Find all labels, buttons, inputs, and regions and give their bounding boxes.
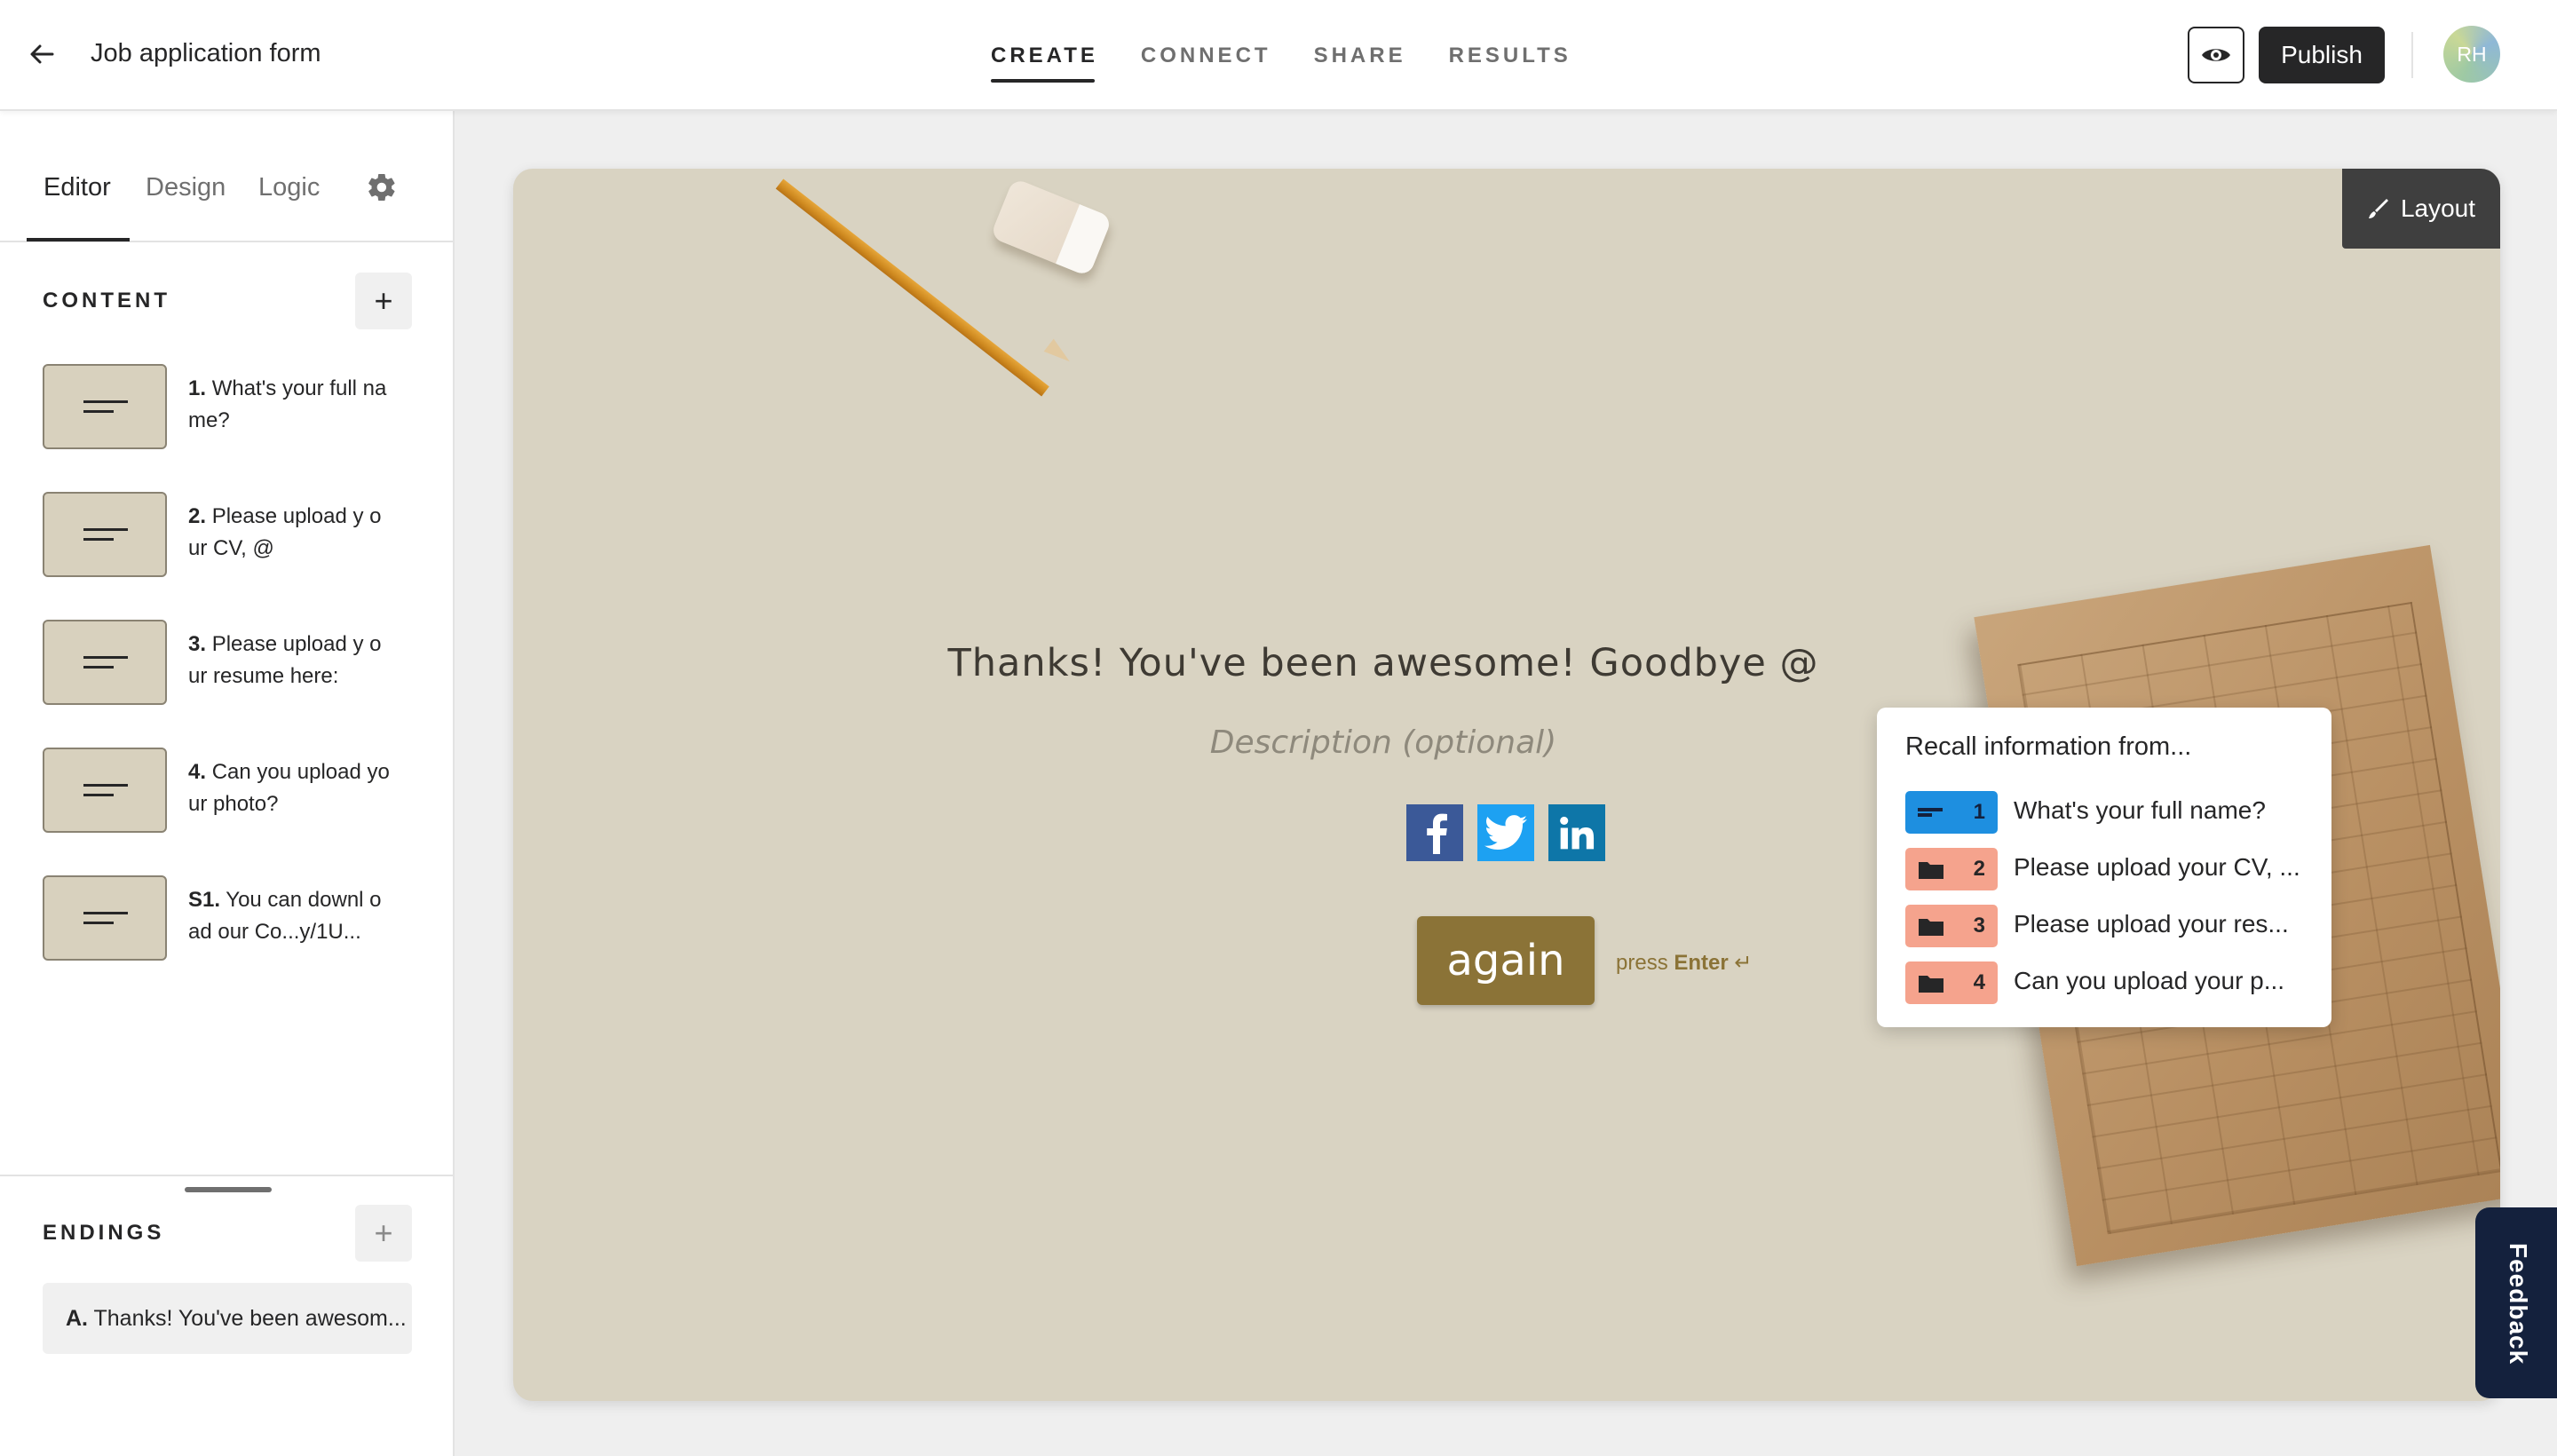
- recall-option[interactable]: 1 What's your full name?: [1905, 789, 2314, 834]
- add-content-button[interactable]: +: [355, 273, 412, 329]
- question-label: What's your full name?: [188, 376, 387, 432]
- question-label: Please upload y our resume here:: [188, 632, 382, 688]
- sidebar-tabs: Editor Design Logic: [0, 111, 453, 242]
- recall-option[interactable]: 4 Can you upload your p...: [1905, 960, 2314, 1004]
- divider: [0, 1175, 453, 1176]
- avatar[interactable]: RH: [2443, 26, 2500, 83]
- tab-results[interactable]: RESULTS: [1449, 0, 1571, 111]
- ending-title[interactable]: Thanks! You've been awesome! Goodbye @: [513, 641, 2253, 685]
- question-item[interactable]: 4. Can you upload your photo?: [43, 748, 433, 833]
- tab-share[interactable]: SHARE: [1314, 0, 1406, 111]
- pencil-tip-decoration: [1043, 338, 1075, 368]
- question-number: 1.: [188, 376, 207, 400]
- recall-title: Recall information from...: [1905, 732, 2192, 761]
- recall-label: Please upload your CV, ...: [2014, 853, 2300, 881]
- recall-label: What's your full name?: [2014, 796, 2266, 824]
- question-label: Please upload y our CV, @: [188, 504, 382, 560]
- feedback-label: Feedback: [2505, 1243, 2532, 1365]
- question-item[interactable]: 2. Please upload y our CV, @: [43, 492, 433, 577]
- question-number: 2.: [188, 504, 207, 528]
- linkedin-icon[interactable]: [1548, 804, 1605, 861]
- folder-icon: [1919, 919, 1943, 936]
- press-prefix: press: [1616, 951, 1668, 975]
- arrow-left-icon: [30, 44, 54, 64]
- question-item[interactable]: 3. Please upload y our resume here:: [43, 620, 433, 705]
- enter-icon: ↵: [1734, 951, 1753, 975]
- feedback-tab[interactable]: Feedback: [2475, 1207, 2557, 1398]
- twitter-icon[interactable]: [1477, 804, 1534, 861]
- content-section-label: CONTENT: [43, 289, 170, 313]
- recall-information-popup: Recall information from... 1 What's your…: [1877, 708, 2331, 1027]
- brush-icon: [2368, 199, 2388, 218]
- back-button[interactable]: [21, 34, 62, 75]
- short-text-icon: [43, 492, 167, 577]
- tab-editor[interactable]: Editor: [44, 173, 111, 202]
- eye-icon: [2202, 49, 2230, 61]
- gear-icon[interactable]: [366, 171, 398, 203]
- tab-design[interactable]: Design: [146, 173, 226, 202]
- short-text-icon: [1918, 808, 1943, 817]
- press-enter-hint: press Enter ↵: [1616, 950, 1753, 976]
- form-title[interactable]: Job application form: [91, 39, 321, 68]
- main-tabs: CREATE CONNECT SHARE RESULTS: [991, 0, 1614, 111]
- short-text-icon: [43, 748, 167, 833]
- question-item[interactable]: 1. What's your full name?: [43, 364, 433, 449]
- again-button[interactable]: again: [1417, 916, 1595, 1005]
- resize-handle[interactable]: [185, 1187, 272, 1192]
- social-share-icons: [1406, 804, 1605, 861]
- recall-number: 2: [1973, 857, 1985, 881]
- question-label: Can you upload your photo?: [188, 760, 390, 816]
- active-tab-indicator: [27, 238, 130, 241]
- ending-label: Thanks! You've been awesom...: [93, 1306, 407, 1331]
- tab-connect[interactable]: CONNECT: [1141, 0, 1271, 111]
- endings-section-label: ENDINGS: [43, 1221, 165, 1245]
- eraser-decoration: [989, 178, 1113, 277]
- folder-icon: [1919, 976, 1943, 993]
- publish-button[interactable]: Publish: [2259, 27, 2385, 83]
- ending-item[interactable]: A. Thanks! You've been awesom...: [43, 1283, 412, 1354]
- short-text-icon: [43, 875, 167, 961]
- top-bar: Job application form CREATE CONNECT SHAR…: [0, 0, 2557, 111]
- add-ending-button[interactable]: +: [355, 1205, 412, 1262]
- short-text-icon: [43, 620, 167, 705]
- tab-create[interactable]: CREATE: [991, 0, 1098, 111]
- layout-button[interactable]: Layout: [2342, 169, 2500, 249]
- preview-button[interactable]: [2188, 27, 2244, 83]
- ending-number: A.: [66, 1306, 88, 1331]
- sidebar: Editor Design Logic CONTENT + 1. What's …: [0, 111, 455, 1456]
- question-number: 4.: [188, 760, 207, 784]
- layout-label: Layout: [2400, 194, 2476, 222]
- recall-number: 1: [1973, 800, 1985, 824]
- recall-label: Can you upload your p...: [2014, 967, 2285, 994]
- recall-number: 4: [1973, 970, 1985, 994]
- recall-number: 3: [1973, 914, 1985, 938]
- question-number: 3.: [188, 632, 207, 656]
- tab-logic[interactable]: Logic: [258, 173, 320, 202]
- press-key: Enter: [1674, 951, 1729, 975]
- question-item[interactable]: S1. You can downl oad our Co...y/1U...: [43, 875, 433, 961]
- facebook-icon[interactable]: [1406, 804, 1463, 861]
- question-number: S1.: [188, 888, 221, 912]
- recall-label: Please upload your res...: [2014, 910, 2289, 938]
- short-text-icon: [43, 364, 167, 449]
- recall-option[interactable]: 3 Please upload your res...: [1905, 903, 2314, 947]
- folder-icon: [1919, 862, 1943, 879]
- recall-option[interactable]: 2 Please upload your CV, ...: [1905, 846, 2314, 890]
- divider: [2411, 32, 2413, 78]
